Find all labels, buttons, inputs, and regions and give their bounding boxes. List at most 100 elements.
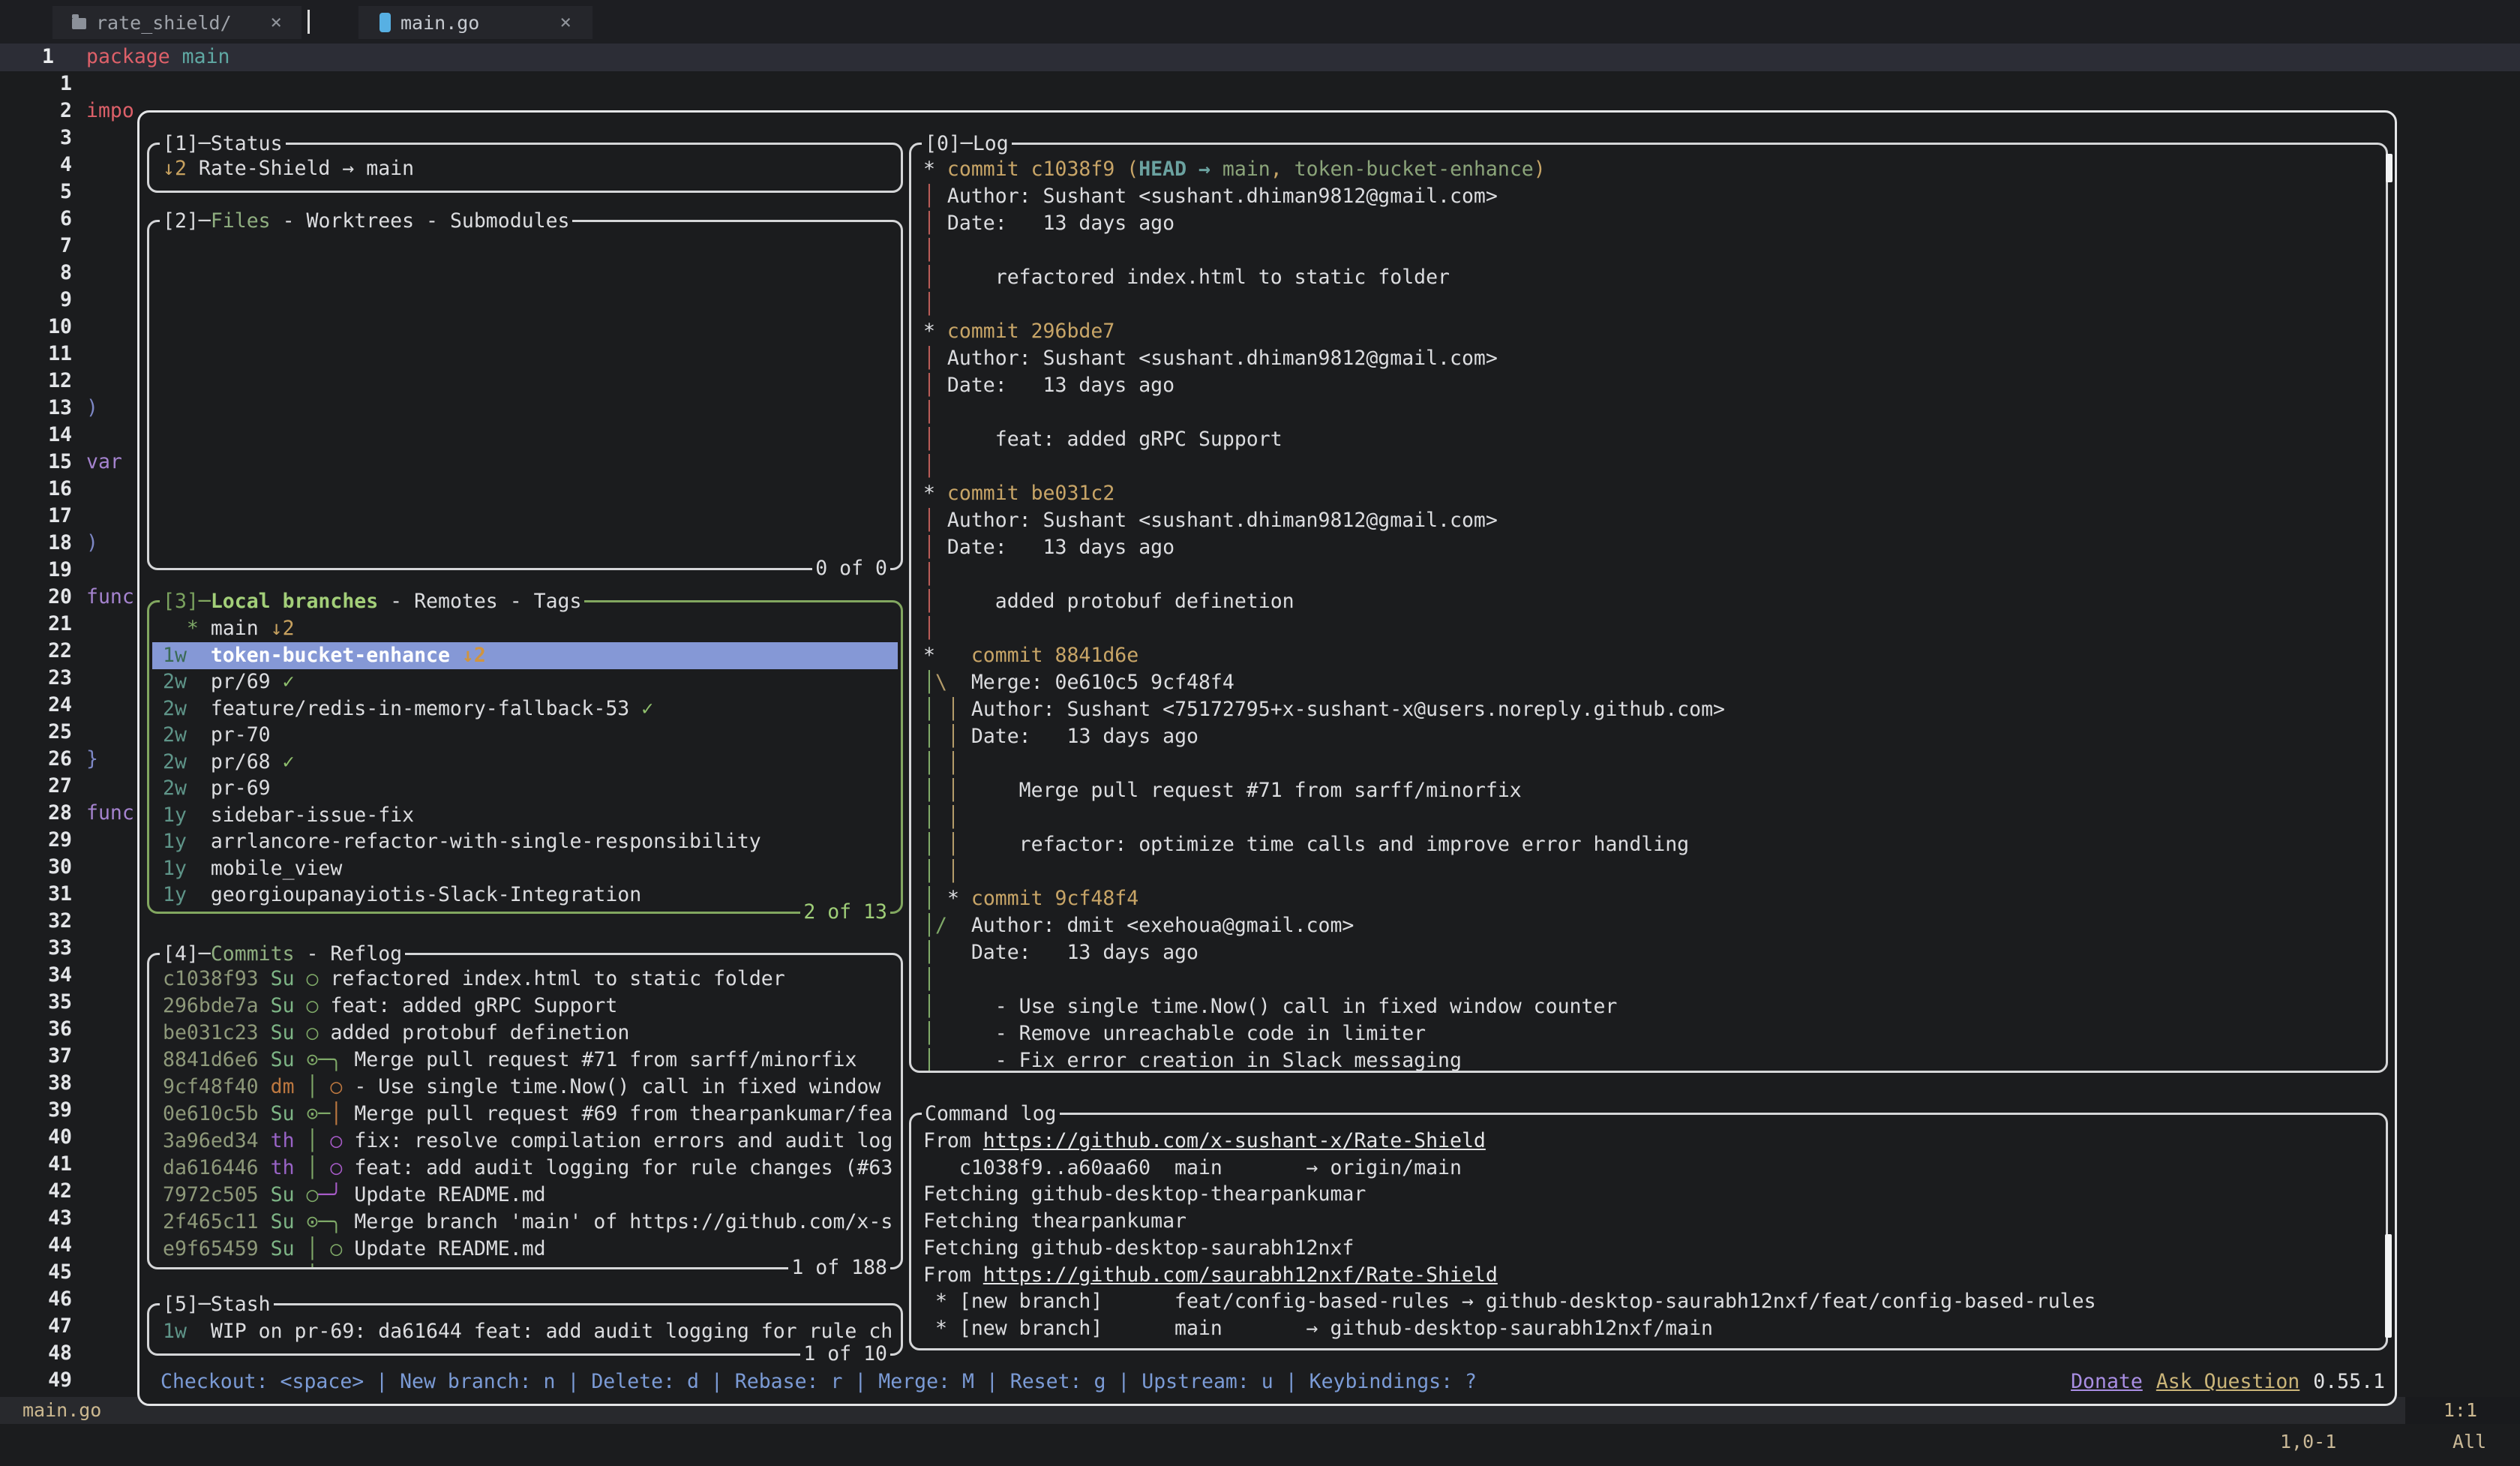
log-line: │ - Fix error creation in Slack messagin… xyxy=(923,1047,2383,1071)
tab-rate-shield[interactable]: rate_shield/ × xyxy=(52,6,302,39)
line-number: 36 xyxy=(0,1016,72,1043)
log-line: │ │ xyxy=(923,750,2383,777)
panel-local-branches[interactable]: [3]─Local branches - Remotes - Tags * ma… xyxy=(147,600,903,914)
commit-row[interactable]: be031c23 Su ○ added protobuf definetion xyxy=(163,1020,898,1047)
branch-row[interactable]: 2w pr-70 xyxy=(163,722,898,749)
line-number: 25 xyxy=(0,719,72,746)
log-line: │/ Author: dmit <exehoua@gmail.com> xyxy=(923,912,2383,939)
panel-command-log[interactable]: Command log From https://github.com/x-su… xyxy=(909,1113,2388,1350)
line-number: 11 xyxy=(0,341,72,368)
panel-title: Command log xyxy=(922,1101,1060,1128)
log-line: │ xyxy=(923,561,2383,588)
commit-row[interactable]: 8841d6e6 Su ⊙─╮ Merge pull request #71 f… xyxy=(163,1047,898,1074)
branch-row[interactable]: 2w pr/68 ✓ xyxy=(163,749,898,776)
panel-files[interactable]: [2]─Files - Worktrees - Submodules 0 of … xyxy=(147,220,903,570)
commit-row[interactable]: e9f65459 Su │ ○ Update README.md xyxy=(163,1236,898,1263)
cursor-line-highlight xyxy=(0,44,2520,71)
commit-row[interactable]: 0e610c5b Su ⊙─│ Merge pull request #69 f… xyxy=(163,1101,898,1128)
ruler: 1,0-1 xyxy=(2280,1431,2336,1452)
line-number: 48 xyxy=(0,1340,72,1367)
line-number: 16 xyxy=(0,476,72,503)
log-line: │ Date: 13 days ago xyxy=(923,372,2383,399)
branch-row[interactable]: 2w pr-69 xyxy=(163,775,898,802)
go-file-icon xyxy=(380,13,391,32)
list-counter: 1 of 10 xyxy=(800,1341,890,1368)
command-log-line: * [new branch] main → github-desktop-sau… xyxy=(923,1315,2383,1342)
line-number: 13 xyxy=(0,395,72,422)
stash-row[interactable]: 1w WIP on pr-69: da61644 feat: add audit… xyxy=(163,1318,898,1345)
line-number: 41 xyxy=(0,1151,72,1178)
panel-log[interactable]: [0]─Log * commit c1038f9 (HEAD → main, t… xyxy=(909,143,2388,1073)
statusline-cursor-position: 1:1 xyxy=(2405,1397,2520,1424)
panel-commits[interactable]: [4]─Commits - Reflog c1038f93 Su ○ refac… xyxy=(147,953,903,1269)
ask-question-link[interactable]: Ask Question xyxy=(2156,1368,2300,1395)
branch-row[interactable]: 2w feature/redis-in-memory-fallback-53 ✓ xyxy=(163,695,898,722)
log-line: │ added protobuf definetion xyxy=(923,588,2383,615)
line-number: 47 xyxy=(0,1313,72,1340)
commit-row[interactable]: 2f465c11 Su ⊙─╮ Merge branch 'main' of h… xyxy=(163,1209,898,1236)
log-line: │ Date: 13 days ago xyxy=(923,534,2383,561)
branch-row[interactable]: 1y arrlancore-refactor-with-single-respo… xyxy=(163,828,898,855)
line-number: 8 xyxy=(0,260,72,287)
command-log-line: Fetching github-desktop-saurabh12nxf xyxy=(923,1235,2383,1262)
log-line: │ Author: Sushant <sushant.dhiman9812@gm… xyxy=(923,183,2383,210)
donate-link[interactable]: Donate xyxy=(2071,1368,2143,1395)
branch-row[interactable]: * main ↓2 xyxy=(163,615,898,642)
commit-row[interactable]: da616446 th │ ○ feat: add audit logging … xyxy=(163,1155,898,1182)
code-line: ) xyxy=(86,395,98,422)
code-line: } xyxy=(86,746,98,773)
commit-row[interactable]: 296bde7a Su ○ feat: added gRPC Support xyxy=(163,993,898,1020)
line-number: 17 xyxy=(0,503,72,530)
log-line: │ - Use single time.Now() call in fixed … xyxy=(923,993,2383,1020)
command-log-line: From https://github.com/x-sushant-x/Rate… xyxy=(923,1128,2383,1155)
branch-row[interactable]: 1y mobile_view xyxy=(163,855,898,882)
code-line: func xyxy=(86,800,134,827)
cursor-line-number: 1 xyxy=(42,44,54,71)
panel-title: [1]─Status xyxy=(160,131,286,158)
line-number: 45 xyxy=(0,1259,72,1286)
log-line: │ feat: added gRPC Support xyxy=(923,426,2383,453)
branch-row[interactable]: 1y georgioupanayiotis-Slack-Integration xyxy=(163,882,898,909)
scroll-position: All xyxy=(2452,1431,2486,1452)
log-scrollbar-thumb[interactable] xyxy=(2386,154,2392,182)
line-number: 42 xyxy=(0,1178,72,1205)
branch-row[interactable]: 1y sidebar-issue-fix xyxy=(163,802,898,829)
line-number: 14 xyxy=(0,422,72,449)
log-line: * commit be031c2 xyxy=(923,480,2383,507)
log-line: │ * commit 9cf48f4 xyxy=(923,885,2383,912)
folder-icon xyxy=(72,18,86,29)
branch-row[interactable]: 2w pr/69 ✓ xyxy=(163,668,898,695)
line-number: 43 xyxy=(0,1205,72,1232)
log-line: │\ Merge: 0e610c5 9cf48f4 xyxy=(923,669,2383,696)
line-number: 31 xyxy=(0,881,72,908)
panel-stash[interactable]: [5]─Stash 1w WIP on pr-69: da61644 feat:… xyxy=(147,1303,903,1356)
tabline: rate_shield/ × main.go × xyxy=(0,0,2520,44)
line-number: 12 xyxy=(0,368,72,395)
line-number: 35 xyxy=(0,989,72,1016)
commit-row[interactable]: c1038f93 Su ○ refactored index.html to s… xyxy=(163,966,898,993)
log-line: │ refactored index.html to static folder xyxy=(923,264,2383,291)
version-label: 0.55.1 xyxy=(2313,1368,2385,1395)
commit-row[interactable]: 7972c505 Su ○─╯ Update README.md xyxy=(163,1182,898,1209)
commit-row[interactable]: │ xyxy=(163,1263,898,1267)
log-line: * commit c1038f9 (HEAD → main, token-buc… xyxy=(923,156,2383,183)
line-number: 30 xyxy=(0,854,72,881)
close-icon[interactable]: × xyxy=(560,11,572,34)
line-number: 20 xyxy=(0,584,72,611)
close-icon[interactable]: × xyxy=(270,11,282,34)
line-number: 29 xyxy=(0,827,72,854)
line-number: 40 xyxy=(0,1124,72,1151)
panel-status[interactable]: [1]─Status ↓2 Rate-Shield → main xyxy=(147,143,903,193)
line-number: 21 xyxy=(0,611,72,638)
line-number: 27 xyxy=(0,773,72,800)
commit-row[interactable]: 9cf48f40 dm │ ○ - Use single time.Now() … xyxy=(163,1074,898,1101)
branch-row[interactable]: 1w token-bucket-enhance ↓2 xyxy=(152,642,898,669)
tab-main-go[interactable]: main.go × xyxy=(358,6,592,39)
line-number: 32 xyxy=(0,908,72,935)
commit-row[interactable]: 3a96ed34 th │ ○ fix: resolve compilation… xyxy=(163,1128,898,1155)
log-line: │ xyxy=(923,615,2383,642)
log-line: │ xyxy=(923,453,2383,480)
command-log-scrollbar-thumb[interactable] xyxy=(2385,1234,2392,1338)
line-number: 2 xyxy=(0,98,72,125)
log-line: │ │ xyxy=(923,858,2383,885)
